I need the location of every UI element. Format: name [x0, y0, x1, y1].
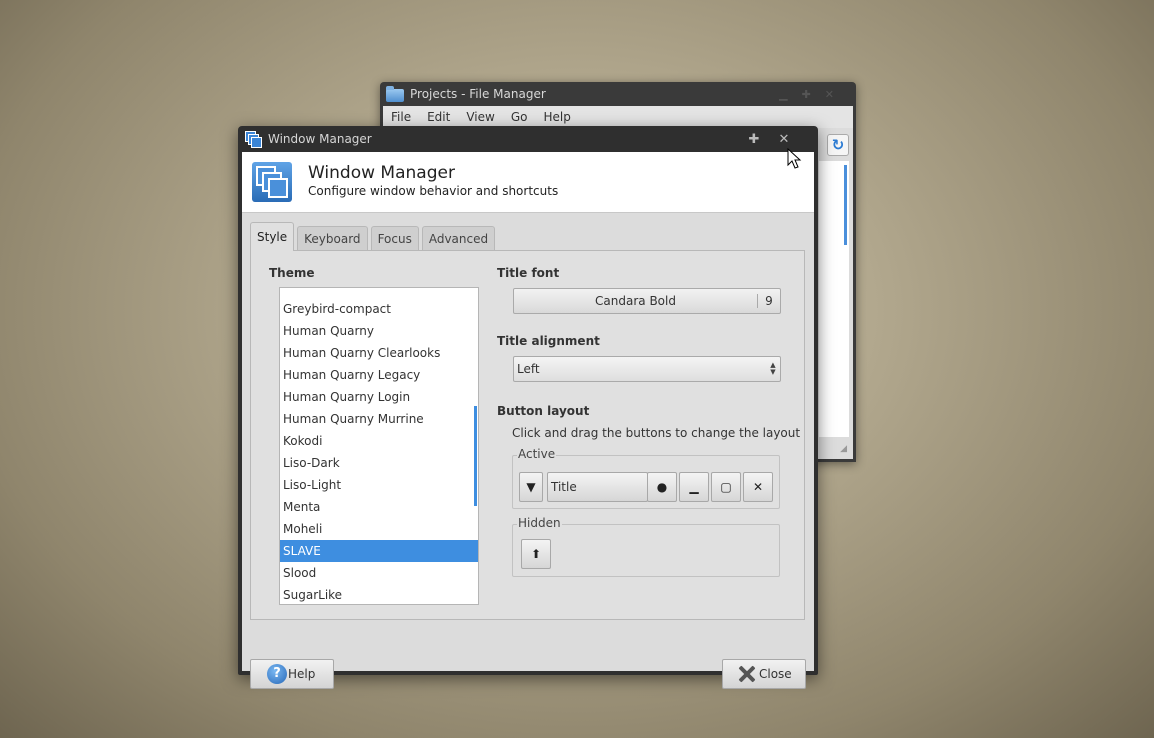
list-item[interactable]: Human Quarny Clearlooks — [280, 342, 478, 364]
window-manager-icon — [252, 162, 292, 202]
list-item[interactable]: Human Quarny — [280, 320, 478, 342]
close-icon — [737, 664, 757, 684]
list-item[interactable]: Menta — [280, 496, 478, 518]
file-manager-menubar: File Edit View Go Help — [383, 106, 853, 128]
file-manager-pane[interactable] — [819, 161, 849, 437]
active-label: Active — [517, 447, 557, 461]
close-icon[interactable]: ✕ — [825, 88, 834, 101]
menu-go[interactable]: Go — [503, 110, 536, 124]
file-manager-window-controls: ▁ ✚ ✕ — [779, 88, 834, 101]
hidden-buttons-group: Hidden ⬆ — [512, 516, 780, 577]
window-manager-icon — [245, 131, 262, 148]
file-manager-titlebar[interactable]: Projects - File Manager ▁ ✚ ✕ — [380, 82, 856, 106]
maximize-button-icon[interactable]: ▢ — [711, 472, 741, 502]
style-tab-panel: Theme Greybird-compact Human Quarny Huma… — [250, 250, 805, 620]
close-button-icon[interactable]: ✕ — [743, 472, 773, 502]
list-item[interactable]: Greybird-compact — [280, 298, 478, 320]
maximize-icon[interactable]: ✚ — [802, 88, 811, 101]
menu-view[interactable]: View — [458, 110, 502, 124]
dialog-content: Window Manager Configure window behavior… — [242, 152, 814, 689]
updown-arrows-icon: ▲ ▼ — [770, 361, 776, 376]
active-buttons-group: Active ▼ Title ● ▁ ▢ ✕ — [512, 447, 780, 509]
tab-keyboard[interactable]: Keyboard — [297, 226, 368, 251]
shade-button-icon[interactable]: ⬆ — [521, 539, 551, 569]
dialog-window-controls: ✚ ✕ — [746, 132, 792, 147]
hidden-label: Hidden — [517, 516, 562, 530]
reload-icon[interactable]: ↻ — [827, 134, 849, 156]
tab-style[interactable]: Style — [250, 222, 295, 251]
tab-bar: Style Keyboard Focus Advanced — [250, 222, 496, 251]
file-manager-title: Projects - File Manager — [410, 87, 546, 101]
title-font-button[interactable]: Candara Bold 9 — [513, 288, 781, 314]
list-item-partial — [280, 288, 478, 298]
list-item[interactable]: Slood — [280, 562, 478, 584]
tab-advanced[interactable]: Advanced — [421, 226, 496, 251]
mouse-cursor-icon — [787, 148, 802, 169]
dialog-header: Window Manager Configure window behavior… — [242, 152, 814, 213]
help-label: Help — [288, 667, 316, 681]
header-title: Window Manager — [308, 163, 455, 183]
list-item[interactable]: Human Quarny Legacy — [280, 364, 478, 386]
theme-list[interactable]: Greybird-compact Human Quarny Human Quar… — [279, 287, 479, 605]
help-icon: ? — [267, 664, 287, 684]
close-icon[interactable]: ✕ — [776, 132, 792, 147]
alignment-value: Left — [517, 362, 540, 376]
font-name: Candara Bold — [595, 294, 676, 308]
menu-file[interactable]: File — [383, 110, 419, 124]
help-button[interactable]: ? Help — [250, 659, 334, 689]
scrollbar[interactable] — [844, 165, 847, 245]
menu-button-icon[interactable]: ▼ — [519, 472, 543, 502]
tab-focus[interactable]: Focus — [370, 226, 419, 251]
minimize-icon[interactable]: ▁ — [779, 88, 787, 101]
list-item[interactable]: Liso-Light — [280, 474, 478, 496]
title-alignment-select[interactable]: Left ▲ ▼ — [513, 356, 781, 382]
maximize-icon[interactable]: ✚ — [746, 132, 762, 147]
button-layout-label: Button layout — [497, 404, 590, 418]
list-item[interactable]: Kokodi — [280, 430, 478, 452]
menu-edit[interactable]: Edit — [419, 110, 458, 124]
menu-help[interactable]: Help — [535, 110, 578, 124]
button-layout-hint: Click and drag the buttons to change the… — [512, 426, 801, 440]
title-chip[interactable]: Title — [547, 472, 648, 502]
folder-icon — [386, 85, 404, 102]
title-font-label: Title font — [497, 266, 560, 280]
dialog-titlebar[interactable]: Window Manager ✚ ✕ — [238, 126, 818, 152]
title-alignment-label: Title alignment — [497, 334, 600, 348]
window-manager-dialog[interactable]: Window Manager ✚ ✕ Window Manager Config… — [238, 126, 818, 689]
stick-button-icon[interactable]: ● — [647, 472, 677, 502]
dialog-title: Window Manager — [268, 132, 372, 146]
close-label: Close — [759, 667, 792, 681]
theme-label: Theme — [269, 266, 315, 280]
list-item[interactable]: Moheli — [280, 518, 478, 540]
list-item[interactable]: Human Quarny Login — [280, 386, 478, 408]
font-size: 9 — [757, 294, 780, 308]
close-button[interactable]: Close — [722, 659, 806, 689]
minimize-button-icon[interactable]: ▁ — [679, 472, 709, 502]
scrollbar[interactable] — [474, 406, 477, 506]
header-subtitle: Configure window behavior and shortcuts — [308, 184, 559, 198]
resize-grip-icon[interactable]: ◢ — [840, 444, 847, 454]
list-item[interactable]: Liso-Dark — [280, 452, 478, 474]
list-item[interactable]: SugarLike — [280, 584, 478, 604]
list-item[interactable]: Human Quarny Murrine — [280, 408, 478, 430]
list-item-selected[interactable]: SLAVE — [280, 540, 478, 562]
